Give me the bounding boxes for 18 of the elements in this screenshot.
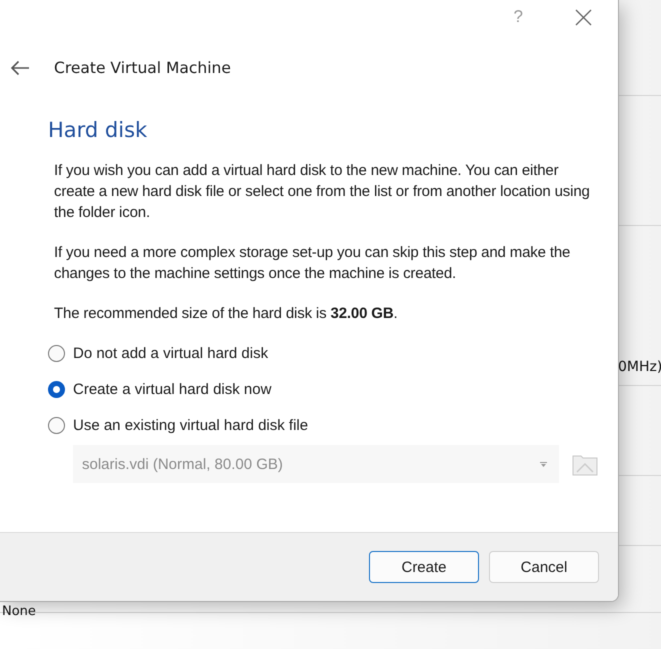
- description-text: If you need a more complex storage set-up you can skip this step and make the changes to the machine settings once the machine is created.: [54, 243, 572, 284]
- radio-label[interactable]: Use an existing virtual hard disk file: [73, 416, 308, 434]
- back-arrow-icon[interactable]: [10, 60, 30, 76]
- radio-button[interactable]: [48, 380, 65, 398]
- radio-button[interactable]: [48, 416, 65, 434]
- radio-label[interactable]: Do not add a virtual hard disk: [73, 344, 268, 362]
- background-text: 0MHz): [618, 359, 661, 375]
- radio-button[interactable]: [48, 344, 65, 362]
- caret-icon: [540, 462, 548, 466]
- window-title: Create Virtual Machine: [54, 59, 231, 77]
- radio-label[interactable]: Create a virtual hard disk now: [73, 380, 272, 398]
- close-icon[interactable]: [575, 8, 592, 26]
- page-heading: Hard disk: [48, 118, 148, 142]
- description-text: If you wish you can add a virtual hard disk to the new machine. You can either create a new hard disk file or select one from the list or from another location using the folder icon.: [54, 161, 591, 223]
- description-text: The recommended size of the hard disk is 32.00 GB.: [54, 304, 399, 324]
- background-text: None: [2, 604, 36, 619]
- dialog-button[interactable]: Cancel: [489, 551, 599, 583]
- dialog-button[interactable]: Create: [369, 551, 479, 583]
